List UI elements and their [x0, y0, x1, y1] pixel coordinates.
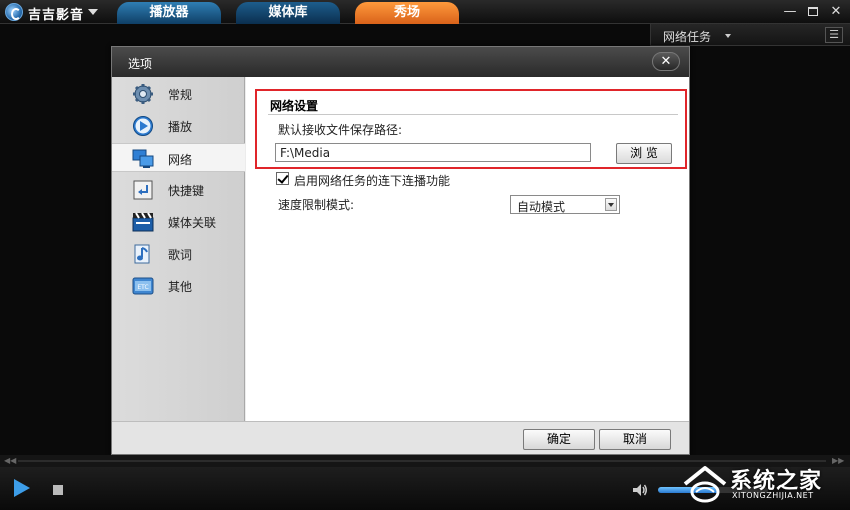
sidebar-item-playback[interactable]: 播放 [112, 111, 245, 140]
speed-mode-label: 速度限制模式: [278, 198, 355, 212]
maximize-button[interactable] [803, 3, 823, 21]
clapperboard-icon [132, 212, 154, 232]
sidebar-item-network[interactable]: 网络 [112, 143, 245, 172]
save-path-input[interactable]: F:\Media [275, 143, 591, 162]
network-task-panel: 网络任务 ☰ [650, 24, 850, 46]
app-title[interactable]: 吉吉影音 [28, 4, 84, 23]
sidebar-item-general[interactable]: 常规 [112, 79, 245, 108]
gear-icon [133, 84, 153, 104]
dialog-footer: 确定 取消 [112, 421, 689, 454]
house-logo-icon [683, 466, 727, 503]
volume-icon[interactable] [632, 483, 648, 497]
network-task-title[interactable]: 网络任务 [663, 28, 711, 45]
sidebar-item-hotkeys[interactable]: 快捷键 [112, 175, 245, 204]
sidebar-item-label: 歌词 [168, 248, 193, 262]
options-sidebar: 常规 播放 网络 快捷键 媒体关联 歌词 ETC 其他 [112, 77, 245, 421]
network-task-dropdown-icon[interactable] [725, 34, 731, 38]
network-settings-panel: 网络设置 默认接收文件保存路径: F:\Media 浏 览 启用网络任务的连下连… [246, 77, 689, 421]
play-circle-icon [133, 116, 153, 136]
player-window: 吉吉影音 播放器 媒体库 秀场 — ✕ 网络任务 ☰ 选项 ✕ 常规 播放 网络… [0, 0, 850, 510]
chevron-down-icon[interactable] [605, 198, 617, 211]
options-dialog: 选项 ✕ 常规 播放 网络 快捷键 媒体关联 歌词 ETC 其他 网络设置 默认… [111, 46, 690, 455]
app-logo-icon[interactable] [5, 3, 23, 21]
speed-mode-select[interactable]: 自动模式 [510, 195, 620, 214]
sidebar-item-label: 媒体关联 [168, 216, 217, 230]
stop-button[interactable] [53, 485, 63, 495]
tab-show[interactable]: 秀场 [355, 2, 459, 24]
title-bar: 吉吉影音 播放器 媒体库 秀场 — ✕ [0, 0, 850, 24]
save-path-label: 默认接收文件保存路径: [278, 123, 403, 137]
dialog-title-bar: 选项 ✕ [112, 47, 689, 77]
continuous-play-checkbox[interactable] [276, 172, 289, 185]
app-menu-arrow-icon[interactable] [88, 9, 98, 15]
music-note-icon [134, 244, 150, 264]
watermark-url: XITONGZHIJIA.NET [732, 491, 814, 500]
sidebar-item-other[interactable]: ETC 其他 [112, 271, 245, 300]
dialog-title: 选项 [128, 57, 153, 71]
sidebar-item-label: 其他 [168, 280, 193, 294]
section-divider [268, 114, 678, 115]
window-close-button[interactable]: ✕ [826, 3, 846, 21]
network-icon [132, 149, 154, 168]
tab-player[interactable]: 播放器 [117, 2, 221, 24]
etc-icon: ETC [132, 277, 154, 295]
svg-text:ETC: ETC [137, 284, 148, 291]
sidebar-item-label: 网络 [168, 153, 193, 167]
sidebar-item-label: 播放 [168, 120, 193, 134]
watermark: 系统之家 XITONGZHIJIA.NET [678, 458, 850, 510]
cancel-button[interactable]: 取消 [599, 429, 671, 450]
sidebar-item-label: 常规 [168, 88, 193, 102]
continuous-play-label[interactable]: 启用网络任务的连下连播功能 [294, 172, 450, 189]
dialog-close-button[interactable]: ✕ [652, 52, 680, 71]
network-task-menu-button[interactable]: ☰ [825, 27, 843, 43]
play-button[interactable] [14, 479, 30, 497]
sidebar-item-label: 快捷键 [168, 184, 205, 198]
sidebar-item-media-association[interactable]: 媒体关联 [112, 207, 245, 236]
browse-button[interactable]: 浏 览 [616, 143, 672, 164]
section-title: 网络设置 [270, 99, 319, 113]
speed-mode-value: 自动模式 [517, 200, 566, 214]
maximize-icon [808, 7, 818, 16]
minimize-button[interactable]: — [780, 3, 800, 21]
ok-button[interactable]: 确定 [523, 429, 595, 450]
sidebar-item-lyrics[interactable]: 歌词 [112, 239, 245, 268]
enter-key-icon [133, 180, 153, 200]
tab-media-library[interactable]: 媒体库 [236, 2, 340, 24]
rewind-icon[interactable]: ◀◀ [4, 456, 16, 465]
